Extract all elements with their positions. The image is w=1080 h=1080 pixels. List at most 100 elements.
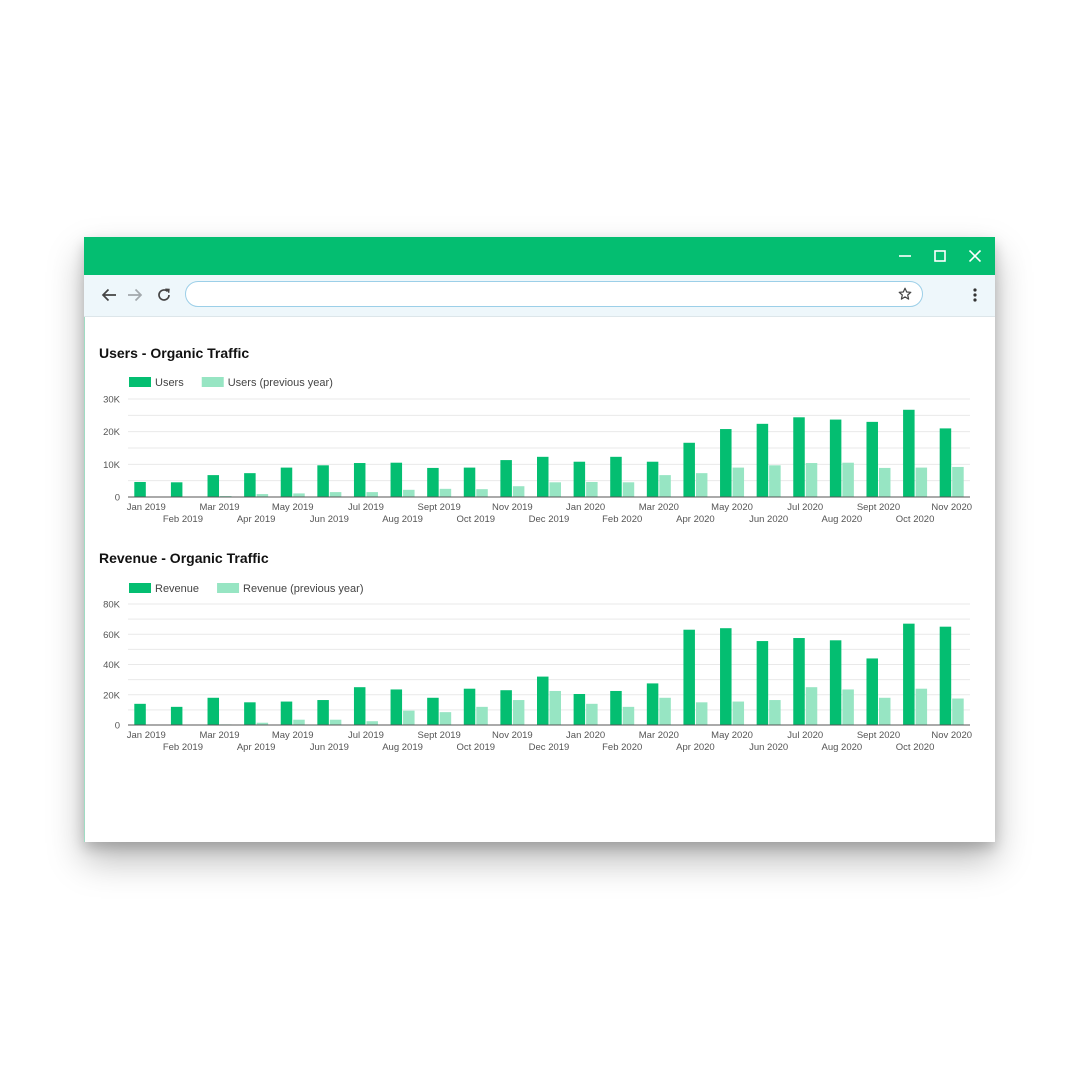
- bar-current-13[interactable]: [610, 456, 622, 497]
- close-icon[interactable]: [965, 246, 985, 266]
- bar-current-22[interactable]: [939, 428, 952, 497]
- bar-previous-18[interactable]: [805, 463, 818, 497]
- arrow-right-icon[interactable]: [123, 283, 147, 307]
- bar-current-16[interactable]: [720, 628, 732, 725]
- bar-current-8[interactable]: [427, 467, 439, 497]
- bar-previous-16[interactable]: [732, 467, 745, 497]
- bar-previous-8[interactable]: [439, 712, 452, 725]
- bar-previous-10[interactable]: [512, 700, 525, 725]
- bar-current-10[interactable]: [500, 690, 512, 725]
- bar-previous-20[interactable]: [878, 467, 891, 497]
- arrow-left-icon[interactable]: [97, 283, 121, 307]
- bar-current-6[interactable]: [353, 687, 366, 725]
- bar-current-5[interactable]: [317, 465, 329, 497]
- bar-previous-15[interactable]: [695, 473, 708, 497]
- bar-previous-9[interactable]: [476, 489, 488, 497]
- bar-current-7[interactable]: [390, 689, 403, 725]
- legend-item-0[interactable]: Users: [129, 377, 184, 389]
- bar-current-19[interactable]: [829, 419, 842, 497]
- bar-current-17[interactable]: [756, 423, 769, 497]
- bar-current-4[interactable]: [280, 701, 293, 725]
- star-icon[interactable]: [898, 287, 912, 301]
- bar-current-6[interactable]: [353, 463, 366, 497]
- legend-item-1[interactable]: Revenue (previous year): [217, 583, 364, 595]
- bar-previous-21[interactable]: [915, 467, 928, 497]
- minimize-icon[interactable]: [895, 246, 915, 266]
- bar-current-20[interactable]: [866, 421, 878, 497]
- bar-previous-14[interactable]: [659, 697, 671, 725]
- bar-previous-9[interactable]: [476, 706, 488, 725]
- y-tick-label: 60K: [103, 630, 121, 641]
- address-bar[interactable]: [185, 281, 923, 307]
- bar-current-13[interactable]: [610, 690, 622, 725]
- bar-current-1[interactable]: [170, 706, 183, 725]
- bar-previous-11[interactable]: [549, 690, 562, 725]
- bar-current-1[interactable]: [170, 482, 183, 497]
- address-input[interactable]: [200, 285, 884, 305]
- bar-current-21[interactable]: [903, 409, 915, 497]
- bar-current-15[interactable]: [683, 442, 695, 497]
- bar-current-22[interactable]: [939, 626, 952, 725]
- bar-previous-4[interactable]: [293, 493, 305, 497]
- x-tick-label: Feb 2019: [163, 514, 203, 525]
- bar-previous-7[interactable]: [403, 710, 415, 725]
- bar-previous-14[interactable]: [659, 475, 671, 497]
- bar-current-8[interactable]: [427, 697, 439, 725]
- bar-current-10[interactable]: [500, 460, 512, 497]
- bar-current-12[interactable]: [573, 693, 586, 725]
- bar-previous-22[interactable]: [952, 466, 964, 497]
- bar-previous-17[interactable]: [769, 700, 781, 725]
- more-vert-icon[interactable]: [963, 283, 987, 307]
- bar-current-11[interactable]: [537, 676, 549, 725]
- bar-previous-7[interactable]: [403, 489, 415, 497]
- maximize-icon[interactable]: [930, 246, 950, 266]
- bar-current-18[interactable]: [793, 638, 805, 725]
- bar-previous-12[interactable]: [586, 481, 598, 497]
- bar-current-3[interactable]: [244, 473, 256, 497]
- bar-previous-19[interactable]: [842, 462, 854, 497]
- bar-current-21[interactable]: [903, 623, 915, 725]
- bar-previous-5[interactable]: [329, 719, 342, 725]
- bar-previous-12[interactable]: [586, 703, 598, 725]
- bar-previous-5[interactable]: [329, 492, 342, 497]
- bar-previous-18[interactable]: [805, 687, 818, 725]
- bar-previous-10[interactable]: [512, 486, 525, 497]
- bar-current-14[interactable]: [646, 683, 659, 725]
- legend-item-0[interactable]: Revenue: [129, 583, 199, 595]
- bar-previous-6[interactable]: [366, 492, 378, 497]
- bar-previous-17[interactable]: [769, 465, 781, 497]
- bar-previous-19[interactable]: [842, 689, 854, 725]
- bar-previous-16[interactable]: [732, 701, 745, 725]
- bar-current-0[interactable]: [134, 703, 146, 725]
- bar-previous-11[interactable]: [549, 482, 562, 497]
- legend-item-1[interactable]: Users (previous year): [201, 377, 333, 389]
- bar-current-9[interactable]: [463, 688, 476, 725]
- bar-current-7[interactable]: [390, 462, 403, 497]
- bar-previous-13[interactable]: [622, 482, 635, 497]
- reload-icon[interactable]: [152, 283, 176, 307]
- bar-current-17[interactable]: [756, 641, 769, 725]
- bar-current-9[interactable]: [463, 467, 476, 497]
- bar-current-0[interactable]: [134, 481, 146, 497]
- bar-current-2[interactable]: [207, 475, 220, 497]
- bar-current-12[interactable]: [573, 461, 586, 497]
- bar-previous-13[interactable]: [622, 706, 635, 725]
- bar-previous-4[interactable]: [293, 719, 305, 725]
- bar-current-4[interactable]: [280, 467, 293, 497]
- bar-current-14[interactable]: [646, 461, 659, 497]
- bar-current-2[interactable]: [207, 697, 220, 725]
- bar-current-16[interactable]: [720, 429, 732, 497]
- bar-previous-20[interactable]: [878, 697, 891, 725]
- bar-previous-8[interactable]: [439, 488, 452, 497]
- bar-previous-15[interactable]: [695, 702, 708, 725]
- bar-current-5[interactable]: [317, 700, 329, 725]
- bar-previous-22[interactable]: [952, 698, 964, 725]
- bar-current-3[interactable]: [244, 702, 256, 725]
- bar-current-15[interactable]: [683, 629, 695, 725]
- bar-previous-21[interactable]: [915, 688, 928, 725]
- bar-previous-6[interactable]: [366, 721, 378, 725]
- bar-current-19[interactable]: [829, 640, 842, 725]
- bar-current-11[interactable]: [537, 456, 549, 497]
- bar-current-18[interactable]: [793, 417, 805, 497]
- bar-current-20[interactable]: [866, 658, 878, 725]
